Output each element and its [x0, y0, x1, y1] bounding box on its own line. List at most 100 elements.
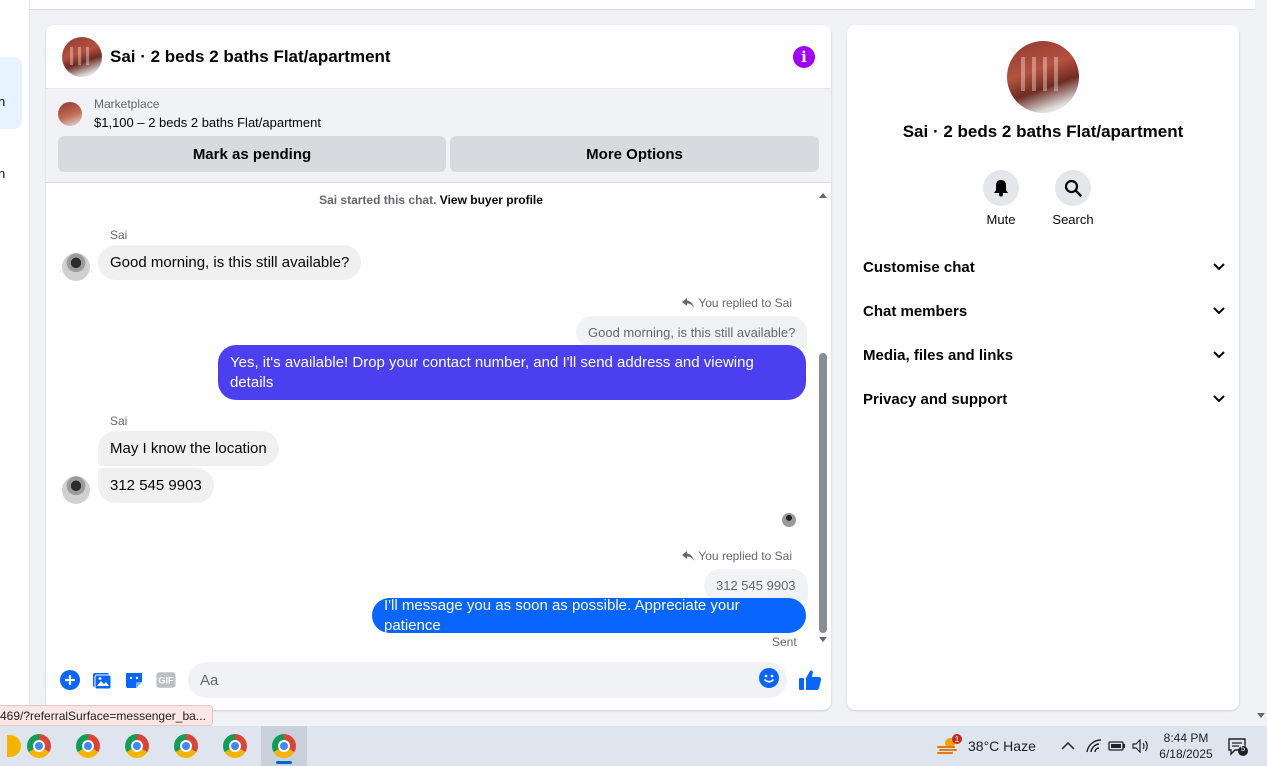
chat-start-text: Sai started this chat. — [319, 193, 437, 207]
chevron-down-icon — [1213, 351, 1225, 359]
chrome-icon — [174, 734, 198, 758]
sticker-icon[interactable] — [124, 670, 144, 690]
svg-text:GIF: GIF — [158, 676, 174, 686]
show-hidden-icons-button[interactable] — [1061, 726, 1075, 766]
message-status: Sent — [772, 635, 797, 649]
taskbar-chrome-3[interactable] — [114, 726, 160, 766]
search-label: Search — [1052, 212, 1094, 227]
message-scrollbar[interactable] — [818, 189, 828, 645]
chevron-down-icon — [1213, 307, 1225, 315]
weather-badge: 1 — [952, 734, 962, 744]
message-input[interactable] — [200, 671, 759, 689]
section-label: Media, files and links — [863, 346, 1014, 364]
listing-thumbnail[interactable] — [58, 101, 82, 126]
chat-header: Sai · 2 beds 2 baths Flat/apartment i — [46, 25, 831, 89]
section-label: Privacy and support — [863, 390, 1008, 408]
plus-icon[interactable] — [60, 670, 80, 690]
message-input-wrapper[interactable] — [188, 662, 787, 698]
windows-taskbar: 38°C Haze 1 8:44 PM 6/18/2025 5 — [0, 726, 1267, 766]
message-composer: GIF — [46, 659, 831, 701]
left-rail-text-fragment: n — [0, 94, 6, 109]
section-label: Chat members — [863, 302, 968, 320]
mute-button[interactable]: Mute — [983, 170, 1019, 227]
chevron-down-icon — [1213, 263, 1225, 271]
gif-icon[interactable]: GIF — [156, 670, 176, 690]
bell-icon[interactable] — [983, 170, 1019, 206]
scrollbar-thumb[interactable] — [819, 353, 827, 633]
listing-avatar[interactable] — [62, 36, 102, 77]
search-icon[interactable] — [1055, 170, 1091, 206]
quoted-message[interactable]: Good morning, is this still available? — [576, 316, 808, 348]
taskbar-chrome-2[interactable] — [65, 726, 111, 766]
scroll-down-arrow-icon[interactable] — [819, 637, 827, 642]
top-bar — [30, 0, 1255, 10]
section-media-files-links[interactable]: Media, files and links — [863, 339, 1225, 371]
thumbs-up-icon[interactable] — [797, 667, 823, 693]
mark-as-pending-button[interactable]: Mark as pending — [58, 136, 446, 172]
chat-title[interactable]: Sai · 2 beds 2 baths Flat/apartment — [110, 47, 793, 67]
chrome-icon — [272, 734, 296, 758]
incoming-message[interactable]: Good morning, is this still available? — [98, 245, 362, 280]
left-rail-text-fragment: n — [0, 166, 6, 181]
chrome-icon — [223, 734, 247, 758]
outgoing-message[interactable]: I'll message you as soon as possible. Ap… — [372, 597, 806, 634]
marketplace-label: Marketplace — [94, 97, 160, 111]
clock-date: 6/18/2025 — [1159, 747, 1213, 761]
mute-label: Mute — [986, 212, 1016, 227]
reply-indicator: You replied to Sai — [682, 549, 792, 563]
emoji-icon[interactable] — [759, 667, 779, 693]
chat-info-sidebar: Sai · 2 beds 2 baths Flat/apartment Mute… — [847, 25, 1239, 710]
chrome-icon — [27, 734, 51, 758]
incoming-message[interactable]: May I know the location — [98, 431, 279, 466]
sidebar-actions: Mute Search — [983, 170, 1094, 227]
listing-price[interactable]: $1,100 – 2 beds 2 baths Flat/apartment — [94, 115, 321, 130]
taskbar-chrome-5[interactable] — [212, 726, 258, 766]
scroll-up-arrow-icon[interactable] — [819, 193, 827, 198]
chat-panel: Sai · 2 beds 2 baths Flat/apartment i Ma… — [46, 25, 831, 710]
info-icon[interactable]: i — [793, 45, 815, 68]
sidebar-title: Sai · 2 beds 2 baths Flat/apartment — [902, 122, 1184, 141]
left-rail-selected-item[interactable] — [0, 57, 22, 129]
left-rail: n n — [0, 0, 30, 726]
page-scroll-down-arrow-icon[interactable] — [1257, 713, 1265, 718]
chat-start-note: Sai started this chat. View buyer profil… — [46, 193, 816, 207]
notification-center-button[interactable]: 5 — [1228, 738, 1248, 761]
volume-icon[interactable] — [1132, 726, 1150, 766]
reply-indicator: You replied to Sai — [682, 296, 792, 310]
taskbar-chrome-6-active[interactable] — [261, 726, 307, 766]
section-label: Customise chat — [863, 258, 975, 276]
link-status-url: 469/?referralSurface=messenger_ba... — [0, 705, 213, 726]
chevron-down-icon — [1213, 395, 1225, 403]
reply-arrow-icon — [682, 551, 695, 561]
weather-widget[interactable]: 38°C Haze — [936, 726, 1036, 766]
chrome-icon — [76, 734, 100, 758]
notification-count: 5 — [1240, 744, 1246, 753]
clock-time: 8:44 PM — [1163, 731, 1209, 745]
section-privacy-support[interactable]: Privacy and support — [863, 383, 1225, 415]
sender-name: Sai — [110, 228, 128, 242]
taskbar-clock[interactable]: 8:44 PM 6/18/2025 — [1158, 730, 1214, 762]
more-options-button[interactable]: More Options — [450, 136, 819, 172]
weather-text: 38°C Haze — [968, 738, 1036, 754]
listing-profile-picture[interactable] — [1007, 41, 1079, 113]
seen-indicator-avatar — [782, 513, 796, 527]
battery-icon[interactable] — [1108, 726, 1126, 766]
sender-avatar[interactable] — [62, 476, 90, 504]
reply-arrow-icon — [682, 298, 695, 308]
sender-avatar[interactable] — [62, 253, 90, 281]
marketplace-panel: Marketplace $1,100 – 2 beds 2 baths Flat… — [46, 89, 831, 183]
taskbar-chrome-1[interactable] — [16, 726, 62, 766]
chrome-icon — [125, 734, 149, 758]
network-icon[interactable] — [1086, 726, 1102, 766]
outgoing-message[interactable]: Yes, it's available! Drop your contact n… — [218, 345, 806, 400]
section-chat-members[interactable]: Chat members — [863, 295, 1225, 327]
section-customise-chat[interactable]: Customise chat — [863, 251, 1225, 283]
taskbar-chrome-4[interactable] — [163, 726, 209, 766]
sender-name: Sai — [110, 414, 128, 428]
incoming-message[interactable]: 312 545 9903 — [98, 468, 214, 503]
view-buyer-profile-link[interactable]: View buyer profile — [440, 193, 543, 207]
reply-indicator-text: You replied to Sai — [698, 549, 792, 563]
search-button[interactable]: Search — [1052, 170, 1094, 227]
reply-indicator-text: You replied to Sai — [698, 296, 792, 310]
photo-icon[interactable] — [92, 670, 112, 690]
